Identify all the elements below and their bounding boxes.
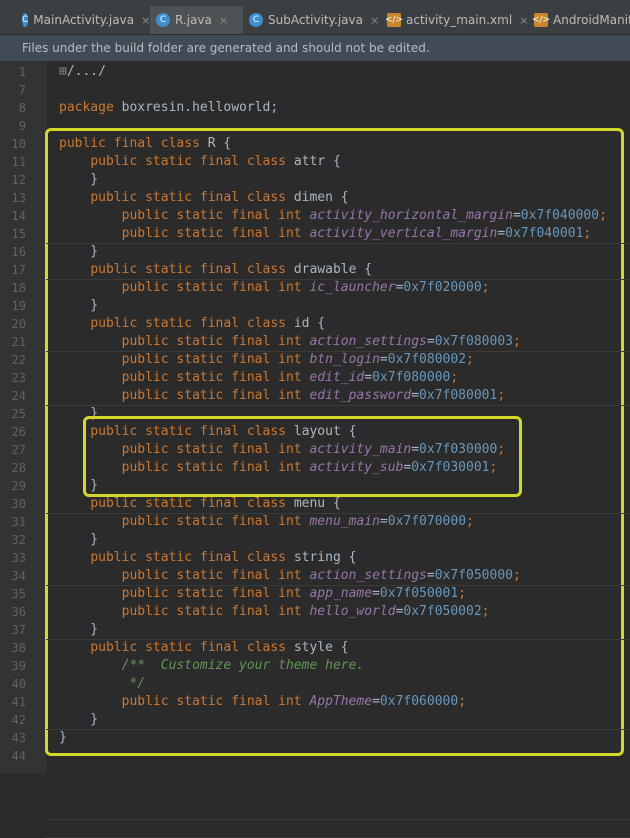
line-number: 12: [11, 173, 26, 187]
line-number: 19: [11, 299, 26, 313]
code-line: package boxresin.helloworld;: [59, 99, 278, 117]
tab-subactivity-java[interactable]: C SubActivity.java ×: [243, 6, 381, 34]
line-number: 32: [11, 533, 26, 547]
line-number: 23: [11, 371, 26, 385]
method-separator: [46, 279, 630, 280]
method-separator: [46, 585, 630, 586]
code-token: package: [59, 100, 122, 115]
method-separator: [46, 513, 630, 514]
java-class-icon: C: [249, 13, 263, 27]
java-class-icon: C: [22, 13, 29, 27]
line-number-gutter: 1 7 8 9 10 11 12 13 14 15 16 17 18 19 20 21 22 23 24 25 26 27…: [0, 61, 46, 773]
close-tab-icon[interactable]: ×: [141, 14, 150, 27]
line-number: 28: [11, 461, 26, 475]
line-number: 11: [11, 155, 26, 169]
tab-label: AndroidManifes: [553, 13, 630, 27]
line-number: 18: [11, 281, 26, 295]
tab-activity-main-xml[interactable]: </> activity_main.xml ×: [381, 6, 528, 34]
tab-label: SubActivity.java: [268, 13, 363, 27]
line-number: 37: [11, 623, 26, 637]
line-number: 31: [11, 515, 26, 529]
xml-file-icon: </>: [531, 13, 551, 27]
code-token: ⊞: [59, 64, 67, 79]
line-number: 1: [18, 65, 26, 79]
line-number: 16: [11, 245, 26, 259]
tab-r-java[interactable]: C R.java ×: [150, 6, 243, 34]
line-number: 8: [18, 101, 26, 115]
editor-tabs: C MainActivity.java × C R.java × C SubActivity.…: [0, 6, 630, 35]
line-number: 42: [11, 713, 26, 727]
tab-label: activity_main.xml: [406, 13, 513, 27]
line-number: 7: [18, 83, 26, 97]
close-tab-icon[interactable]: ×: [370, 14, 379, 27]
generated-file-notice: Files under the build folder are generat…: [0, 35, 630, 61]
line-number: 27: [11, 443, 26, 457]
tab-label: MainActivity.java: [33, 13, 135, 27]
line-number: 30: [11, 497, 26, 511]
line-number: 21: [11, 335, 26, 349]
close-tab-icon[interactable]: ×: [519, 14, 528, 27]
line-number: 40: [11, 677, 26, 691]
method-separator: [46, 243, 630, 244]
line-number: 29: [11, 479, 26, 493]
line-number: 35: [11, 587, 26, 601]
code-token: /.../: [66, 64, 106, 79]
line-number: 17: [11, 263, 26, 277]
line-number: 43: [11, 731, 26, 745]
line-number: 15: [11, 227, 26, 241]
line-number: 26: [11, 425, 26, 439]
code-token: boxresin.helloworld;: [121, 100, 279, 115]
code-line: ⊞/.../: [59, 63, 106, 81]
tab-mainactivity-java[interactable]: C MainActivity.java ×: [16, 6, 150, 34]
line-number: 38: [11, 641, 26, 655]
line-number: 41: [11, 695, 26, 709]
method-separator: [46, 819, 630, 820]
method-separator: [46, 351, 630, 352]
method-separator: [46, 729, 630, 730]
tab-androidmanifes[interactable]: </>AndroidManifes: [528, 6, 630, 34]
line-number: 13: [11, 191, 26, 205]
xml-file-icon: </>: [384, 13, 404, 27]
line-number: 36: [11, 605, 26, 619]
line-number: 9: [18, 119, 26, 133]
java-class-icon: C: [156, 13, 170, 27]
line-number: 20: [11, 317, 26, 331]
line-number: 22: [11, 353, 26, 367]
line-number: 14: [11, 209, 26, 223]
line-number: 33: [11, 551, 26, 565]
close-tab-icon[interactable]: ×: [219, 14, 228, 27]
line-number: 34: [11, 569, 26, 583]
line-number: 10: [11, 137, 26, 151]
line-number: 24: [11, 389, 26, 403]
line-number: 25: [11, 407, 26, 421]
tab-label: R.java: [175, 13, 212, 27]
line-number: 44: [11, 749, 26, 763]
line-number: 39: [11, 659, 26, 673]
method-separator: [46, 405, 630, 406]
method-separator: [46, 639, 630, 640]
highlight-box-layout: [83, 416, 522, 497]
